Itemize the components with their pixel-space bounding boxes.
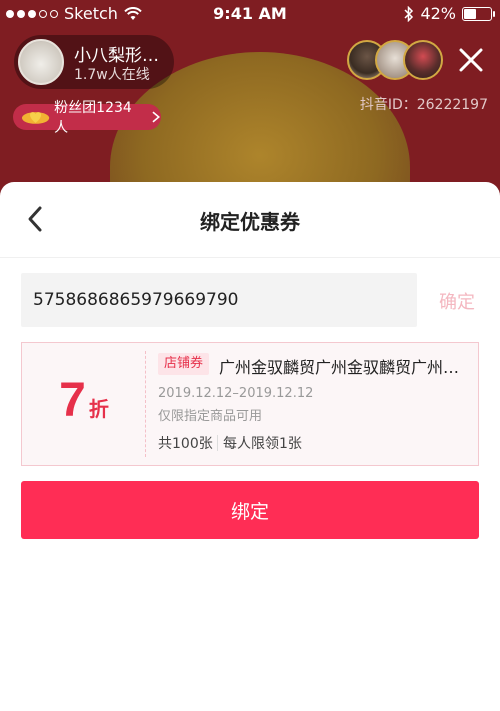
bind-coupon-sheet: 绑定优惠券 确定 7 折 店铺券 广州金驭麟贸广州金驭麟贸广州… 2019.12… bbox=[0, 182, 500, 711]
coupon-type-tag: 店铺券 bbox=[158, 353, 210, 375]
coupon-date-range: 2019.12.12–2019.12.12 bbox=[158, 386, 314, 401]
fan-club-badge[interactable]: 粉丝团1234人 bbox=[13, 100, 161, 136]
confirm-button[interactable]: 确定 bbox=[439, 288, 475, 314]
heart-icon bbox=[21, 112, 50, 124]
fan-club-label: 粉丝团1234人 bbox=[54, 100, 132, 136]
coupon-code-input[interactable] bbox=[21, 273, 417, 327]
bluetooth-icon bbox=[404, 5, 414, 22]
douyin-id: 抖音ID：26222197 bbox=[359, 97, 488, 113]
battery-icon bbox=[462, 6, 495, 21]
discount-unit: 折 bbox=[88, 397, 109, 421]
chevron-right-icon bbox=[152, 111, 161, 123]
battery-percent: 42% bbox=[420, 4, 456, 23]
coupon-total: 共100张 bbox=[158, 436, 213, 452]
coupon-card[interactable]: 7 折 店铺券 广州金驭麟贸广州金驭麟贸广州… 2019.12.12–2019.… bbox=[21, 342, 479, 466]
online-count: 1.7w人在线 bbox=[74, 67, 150, 83]
battery-fill bbox=[464, 8, 476, 19]
sheet-header: 绑定优惠券 bbox=[0, 182, 500, 258]
coupon-per-user: 每人限领1张 bbox=[223, 436, 302, 452]
status-right: 42% bbox=[404, 4, 495, 23]
page-title: 绑定优惠券 bbox=[200, 210, 300, 234]
viewer-avatars[interactable] bbox=[347, 40, 443, 80]
coupon-separator bbox=[217, 435, 218, 451]
host-card[interactable]: 小八梨形… 1.7w人在线 bbox=[14, 35, 174, 89]
close-icon[interactable] bbox=[457, 46, 485, 74]
viewer-avatar[interactable] bbox=[403, 40, 443, 80]
discount-block: 7 折 bbox=[22, 343, 146, 465]
discount-value: 7 bbox=[59, 374, 86, 427]
bind-button[interactable]: 绑定 bbox=[21, 481, 479, 539]
coupon-divider bbox=[145, 351, 146, 457]
coupon-shop-name: 广州金驭麟贸广州金驭麟贸广州… bbox=[219, 358, 460, 377]
host-avatar[interactable] bbox=[18, 39, 64, 85]
host-name: 小八梨形… bbox=[74, 46, 159, 66]
coupon-limit: 仅限指定商品可用 bbox=[158, 409, 263, 424]
status-bar: Sketch 9:41 AM 42% bbox=[0, 0, 500, 28]
